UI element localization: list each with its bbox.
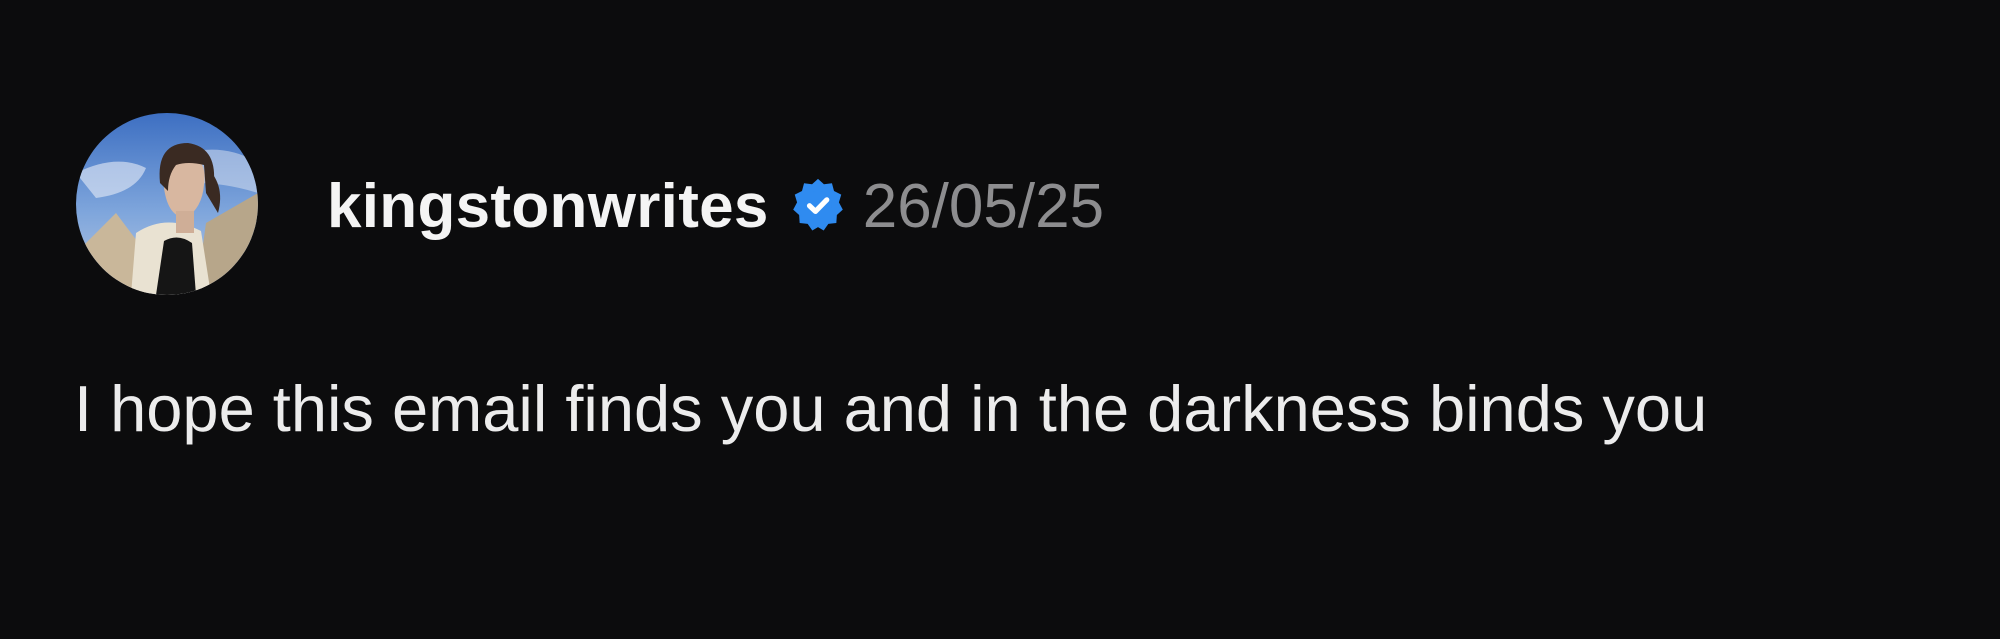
- post-timestamp: 26/05/25: [862, 171, 1105, 241]
- post-header: kingstonwrites 26/05/25: [327, 166, 1104, 246]
- post-card: kingstonwrites 26/05/25 I hope this emai…: [0, 0, 2000, 639]
- avatar[interactable]: [76, 113, 258, 295]
- verified-badge-icon: [787, 175, 849, 237]
- avatar-photo: [76, 113, 258, 295]
- post-body-text: I hope this email finds you and in the d…: [74, 372, 1708, 445]
- username[interactable]: kingstonwrites: [327, 171, 769, 242]
